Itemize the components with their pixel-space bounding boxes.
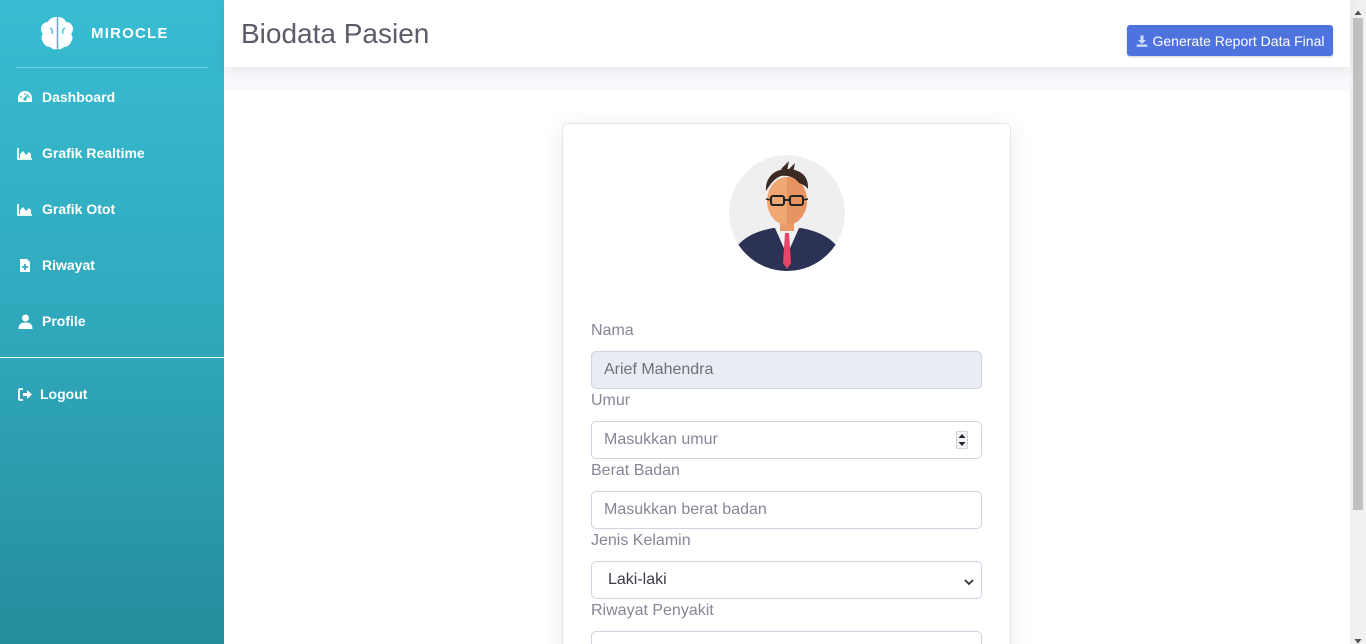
sidebar-item-label: Riwayat <box>42 257 95 273</box>
sidebar-item-profile[interactable]: Profile <box>0 293 224 349</box>
scroll-thumb[interactable] <box>1353 18 1363 510</box>
user-icon <box>17 313 33 329</box>
generate-report-label: Generate Report Data Final <box>1152 32 1325 49</box>
jenis-kelamin-select[interactable]: Laki-laki <box>591 561 982 599</box>
sidebar-item-grafik-realtime[interactable]: Grafik Realtime <box>0 125 224 181</box>
scroll-down-icon[interactable] <box>1354 632 1362 644</box>
topbar: Biodata Pasien Generate Report Data Fina… <box>224 0 1350 67</box>
umur-label: Umur <box>591 392 631 409</box>
sidebar-divider <box>0 357 224 358</box>
generate-report-button[interactable]: Generate Report Data Final <box>1127 25 1333 56</box>
nama-label: Nama <box>591 322 634 339</box>
sidebar-item-label: Grafik Otot <box>42 201 116 217</box>
main-content: Nama Arief Mahendra Umur Masukkan umur B… <box>224 91 1350 644</box>
sidebar-item-label: Dashboard <box>42 89 116 105</box>
biodata-card: Nama Arief Mahendra Umur Masukkan umur B… <box>562 123 1011 644</box>
download-icon <box>1136 35 1148 47</box>
sidebar-item-label: Profile <box>42 313 86 329</box>
scroll-up-icon[interactable] <box>1354 4 1362 15</box>
riwayat-field[interactable] <box>591 631 982 644</box>
sidebar-item-grafik-otot[interactable]: Grafik Otot <box>0 181 224 237</box>
riwayat-label: Riwayat Penyakit <box>591 602 714 619</box>
sidebar-item-label: Grafik Realtime <box>42 145 145 161</box>
biodata-form: Nama Arief Mahendra Umur Masukkan umur B… <box>591 321 982 644</box>
page-title: Biodata Pasien <box>241 18 430 49</box>
umur-placeholder: Masukkan umur <box>604 431 718 448</box>
sidebar: MIROCLE Dashboard Grafik Realtime Grafik… <box>0 0 224 644</box>
sidebar-item-logout[interactable]: Logout <box>0 366 224 422</box>
area-chart-icon <box>17 145 33 161</box>
sidebar-divider <box>16 67 208 68</box>
sidebar-nav: Dashboard Grafik Realtime Grafik Otot Ri… <box>0 69 224 349</box>
brain-icon <box>38 14 76 52</box>
nama-value: Arief Mahendra <box>604 361 714 378</box>
area-chart-icon <box>17 201 33 217</box>
sidebar-item-label: Logout <box>40 386 88 402</box>
sidebar-item-dashboard[interactable]: Dashboard <box>0 69 224 125</box>
nama-field[interactable]: Arief Mahendra <box>591 351 982 389</box>
brand[interactable]: MIROCLE <box>0 0 224 66</box>
berat-placeholder: Masukkan berat badan <box>604 501 767 518</box>
file-medical-icon <box>17 257 33 273</box>
number-spinner[interactable] <box>956 431 968 449</box>
chevron-down-icon <box>963 575 975 587</box>
brand-name: MIROCLE <box>91 24 169 42</box>
avatar <box>729 155 845 271</box>
sidebar-item-riwayat[interactable]: Riwayat <box>0 237 224 293</box>
berat-field[interactable]: Masukkan berat badan <box>591 491 982 529</box>
scrollbar[interactable] <box>1350 0 1366 644</box>
jenis-kelamin-value: Laki-laki <box>608 571 667 588</box>
gauge-icon <box>17 89 33 105</box>
jenis-kelamin-label: Jenis Kelamin <box>591 532 691 549</box>
topbar-shadow-band <box>224 67 1350 91</box>
sign-out-icon <box>17 386 33 402</box>
berat-label: Berat Badan <box>591 462 680 479</box>
umur-field[interactable]: Masukkan umur <box>591 421 982 459</box>
